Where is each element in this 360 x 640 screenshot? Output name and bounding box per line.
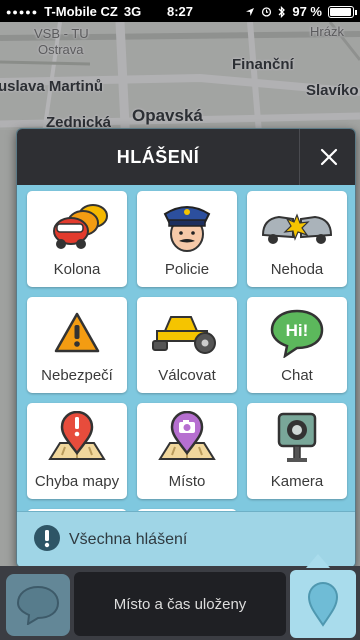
tile-label: Kamera <box>270 473 324 490</box>
report-tile-map-error[interactable]: Chyba mapy <box>27 403 127 499</box>
dialog-title: HLÁŠENÍ <box>116 147 200 167</box>
traffic-jam-icon <box>53 204 108 249</box>
tile-label: Nehoda <box>270 261 324 278</box>
report-tile-hazard[interactable]: Nebezpečí <box>27 297 127 393</box>
report-tile-place[interactable]: Místo <box>137 403 237 499</box>
chat-bubble-button[interactable] <box>6 574 70 636</box>
tile-label: Válcovat <box>158 367 216 384</box>
bottom-bar: Místo a čas uloženy <box>0 566 360 640</box>
report-button[interactable] <box>290 570 356 638</box>
location-arrow-icon <box>246 7 255 16</box>
report-tile-camera[interactable]: Kamera <box>247 403 347 499</box>
accident-icon <box>261 213 333 244</box>
report-tile-chat[interactable]: Hi! Chat <box>247 297 347 393</box>
alert-circle-icon <box>34 525 60 551</box>
report-button-pointer <box>306 554 330 568</box>
report-dialog: HLÁŠENÍ Kolona Policie Nehoda Nebezpečí … <box>16 128 356 568</box>
tile-label: Policie <box>164 261 210 278</box>
road-roller-icon <box>152 316 216 354</box>
chat-icon: Hi! <box>270 309 324 358</box>
camera-icon <box>277 412 317 462</box>
report-pin-icon <box>307 582 339 627</box>
battery-percent: 97 % <box>292 4 322 19</box>
close-button[interactable] <box>299 129 355 185</box>
tile-label: Místo <box>168 473 206 490</box>
svg-text:Hi!: Hi! <box>286 321 309 340</box>
battery-icon <box>328 5 357 18</box>
dialog-header: HLÁŠENÍ <box>17 129 355 185</box>
tile-label: Chyba mapy <box>34 473 120 490</box>
place-icon <box>158 411 216 460</box>
tile-label: Kolona <box>53 261 101 278</box>
hazard-icon <box>54 312 100 353</box>
report-tile-accident[interactable]: Nehoda <box>247 191 347 287</box>
battery-fill <box>330 7 352 16</box>
status-message: Místo a čas uloženy <box>74 572 286 636</box>
close-icon <box>320 148 337 166</box>
report-tile-roller[interactable]: Válcovat <box>137 297 237 393</box>
tile-label: Nebezpečí <box>41 367 113 384</box>
map-error-icon <box>48 411 106 460</box>
speech-bubble-icon <box>16 585 60 625</box>
report-tile-traffic[interactable]: Kolona <box>27 191 127 287</box>
status-bar: ●●●●● T-Mobile CZ 3G 8:27 97 % <box>0 0 360 22</box>
all-reports-label: Všechna hlášení <box>69 531 188 548</box>
report-tile-police[interactable]: Policie <box>137 191 237 287</box>
police-icon <box>163 206 211 252</box>
bluetooth-icon <box>278 5 286 18</box>
alarm-icon <box>262 7 272 17</box>
tile-label: Chat <box>281 367 313 384</box>
